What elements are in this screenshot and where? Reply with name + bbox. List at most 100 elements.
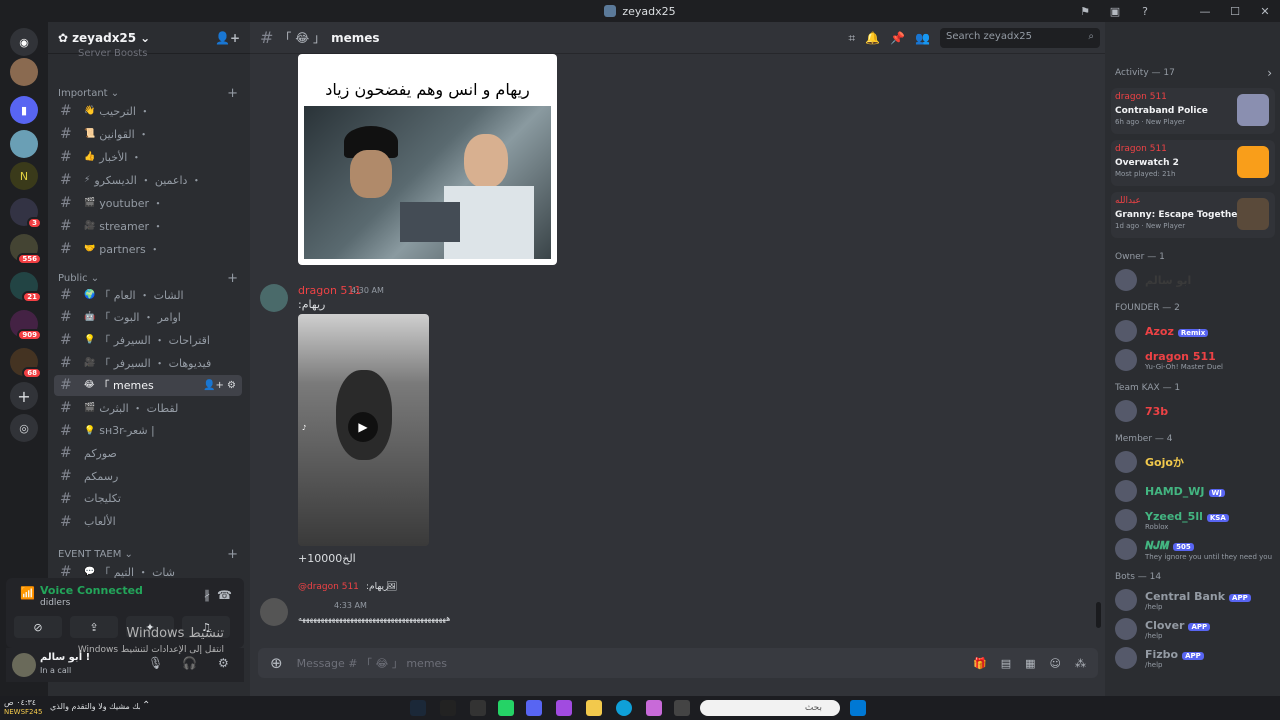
- member-item[interactable]: Clover APP/help: [1111, 615, 1275, 643]
- server-icon[interactable]: N: [10, 162, 38, 190]
- member-item[interactable]: ابو سالم: [1111, 266, 1275, 294]
- member-item[interactable]: Gojoか: [1111, 448, 1275, 476]
- gift-icon[interactable]: 🎁: [973, 657, 987, 670]
- settings-app-icon[interactable]: [470, 700, 486, 716]
- channel-item[interactable]: # 😂 「 memes 👤+ ⚙: [54, 374, 242, 396]
- message-composer[interactable]: ⊕ Message # 「 😂 」 memes 🎁 ▤ ▦ ☺ ⁂: [258, 648, 1098, 678]
- video-attachment[interactable]: ▶ ♪: [298, 314, 429, 546]
- user-avatar-server[interactable]: [10, 58, 38, 86]
- search-input[interactable]: Search zeyadx25 ⌕: [940, 28, 1100, 48]
- members-icon[interactable]: 👥: [915, 31, 930, 45]
- channel-item[interactable]: # صوركم: [54, 443, 242, 464]
- sticker-icon[interactable]: ▦: [1025, 657, 1035, 670]
- server-folder-icon[interactable]: 21: [10, 272, 42, 303]
- category-important[interactable]: Important ⌄ +: [58, 86, 238, 101]
- member-item[interactable]: Azoz Remix: [1111, 317, 1275, 345]
- attach-plus-icon[interactable]: ⊕: [270, 654, 283, 672]
- server-boosts-label[interactable]: Server Boosts: [78, 48, 147, 59]
- channel-item[interactable]: # الألعاب: [54, 511, 242, 532]
- pin-icon[interactable]: 📌: [890, 31, 905, 45]
- server-folder-icon[interactable]: 68: [10, 348, 42, 379]
- channel-item[interactable]: # 👍 الأخبار ・: [54, 146, 242, 167]
- member-item[interactable]: Yzeed_5ll KSA Roblox: [1111, 506, 1275, 534]
- channel-item[interactable]: # 🎬 لقطات ・ البثرث: [54, 398, 242, 419]
- emoji-icon[interactable]: ☺: [1050, 657, 1061, 670]
- taskbar-search-input[interactable]: بحث: [700, 700, 840, 716]
- noise-suppression-icon[interactable]: ∦: [204, 588, 210, 602]
- taskbar-clock[interactable]: ٠٤:٣٤ ص: [4, 698, 36, 707]
- channel-item[interactable]: # 🎬 youtuber ・: [54, 192, 242, 213]
- minimize-button[interactable]: —: [1190, 5, 1220, 18]
- channel-settings-icon[interactable]: 👤+ ⚙: [203, 380, 236, 391]
- dm-server-icon[interactable]: ▮: [10, 96, 38, 124]
- discord-taskbar-icon[interactable]: [526, 700, 542, 716]
- server-folder-icon[interactable]: 3: [10, 198, 42, 229]
- channel-item[interactable]: # 💡 「 اقتراحات ・ السيرفر: [54, 329, 242, 350]
- voice-status[interactable]: Voice Connected: [40, 584, 143, 597]
- channel-item[interactable]: # 🤖 「 اوامر ・ البوت: [54, 307, 242, 328]
- channel-item[interactable]: # ⚡ داعمين ・ الديسكرو ・: [54, 169, 242, 190]
- inbox-icon[interactable]: ⚑: [1070, 5, 1100, 18]
- category-event-team[interactable]: EVENT TAEM ⌄ +: [58, 547, 238, 562]
- member-item[interactable]: dragon 511 Yu-Gi-Oh! Master Duel: [1111, 346, 1275, 374]
- channel-item[interactable]: # 🌍 「 الشات ・ العام: [54, 284, 242, 305]
- channel-item[interactable]: # رسمكم: [54, 466, 242, 487]
- windows-start-icon[interactable]: [850, 700, 866, 716]
- threads-icon[interactable]: ⌗: [848, 31, 855, 46]
- gif-icon[interactable]: ▤: [1001, 657, 1011, 670]
- taskbar-news[interactable]: NEWSF245: [4, 708, 42, 716]
- play-icon[interactable]: ▶: [348, 412, 378, 442]
- meme-image[interactable]: ريهام و انس وهم يفضحون زياد: [298, 54, 557, 265]
- avatar[interactable]: [12, 653, 36, 677]
- add-server-icon[interactable]: +: [10, 382, 38, 410]
- settings-gear-icon[interactable]: ⚙: [218, 656, 229, 670]
- channel-item[interactable]: # 💡 sн3r-شعر |: [54, 420, 242, 441]
- activity-card[interactable]: عبدالله Granny: Escape Together 1d ago · N…: [1111, 192, 1275, 238]
- help-icon[interactable]: ?: [1130, 5, 1160, 18]
- maximize-button[interactable]: ☐: [1220, 5, 1250, 18]
- channel-item[interactable]: # 🎥 「 فيديوهات ・ السيرفر: [54, 352, 242, 373]
- bell-icon[interactable]: 🔔: [865, 31, 880, 45]
- copilot-icon[interactable]: [646, 700, 662, 716]
- channel-item[interactable]: # تكليجات: [54, 488, 242, 509]
- add-channel-icon[interactable]: +: [227, 86, 238, 101]
- monitor-icon[interactable]: ▣: [1100, 5, 1130, 18]
- headphones-icon[interactable]: 🎧: [182, 656, 197, 670]
- chevron-up-icon[interactable]: ⌃: [142, 700, 150, 711]
- epic-games-icon[interactable]: [440, 700, 456, 716]
- discord-home-icon[interactable]: ◉: [10, 28, 38, 56]
- channel-item[interactable]: # 📜 القوانين ・: [54, 123, 242, 144]
- microphone-icon[interactable]: 🎙: [148, 656, 163, 670]
- voice-channel-name[interactable]: didlers: [40, 598, 70, 608]
- chevron-right-icon[interactable]: ›: [1267, 66, 1272, 80]
- whatsapp-icon[interactable]: [498, 700, 514, 716]
- discover-icon[interactable]: ◎: [10, 414, 38, 442]
- channel-item[interactable]: # 🤝 partners ・: [54, 238, 242, 259]
- channel-item[interactable]: # 🎥 streamer ・: [54, 215, 242, 236]
- apps-icon[interactable]: ⁂: [1075, 657, 1086, 670]
- steam-icon[interactable]: [410, 700, 426, 716]
- activity-card[interactable]: dragon 511 Overwatch 2 Most played: 21h: [1111, 140, 1275, 186]
- member-item[interactable]: HAMD_WJ WJ: [1111, 477, 1275, 505]
- invite-user-icon[interactable]: 👤+: [215, 31, 240, 45]
- file-explorer-icon[interactable]: [586, 700, 602, 716]
- member-item[interactable]: Fizbo APP/help: [1111, 644, 1275, 672]
- message-input[interactable]: Message # 「 😂 」 memes: [297, 655, 447, 671]
- activity-card[interactable]: dragon 511 Contraband Police 6h ago · New …: [1111, 88, 1275, 134]
- server-folder-icon[interactable]: 909: [10, 310, 42, 341]
- camera-button[interactable]: ⊘: [14, 616, 62, 638]
- add-channel-icon[interactable]: +: [227, 547, 238, 562]
- reply-author[interactable]: @dragon 511: [298, 582, 359, 592]
- app-icon[interactable]: [556, 700, 572, 716]
- avatar[interactable]: [260, 598, 288, 626]
- member-item[interactable]: 73b: [1111, 397, 1275, 425]
- member-item[interactable]: 𝑵𝑱𝑴 505 They ignore you until they need yo…: [1111, 535, 1275, 563]
- scrollbar[interactable]: [1096, 602, 1101, 628]
- avatar[interactable]: [260, 284, 288, 312]
- reply-text[interactable]: ريهام:: [366, 582, 388, 592]
- server-folder-icon[interactable]: 556: [10, 234, 42, 265]
- server-icon[interactable]: [10, 130, 38, 158]
- disconnect-icon[interactable]: ☎: [217, 588, 232, 602]
- member-item[interactable]: Central Bank APP/help: [1111, 586, 1275, 614]
- edge-icon[interactable]: [616, 700, 632, 716]
